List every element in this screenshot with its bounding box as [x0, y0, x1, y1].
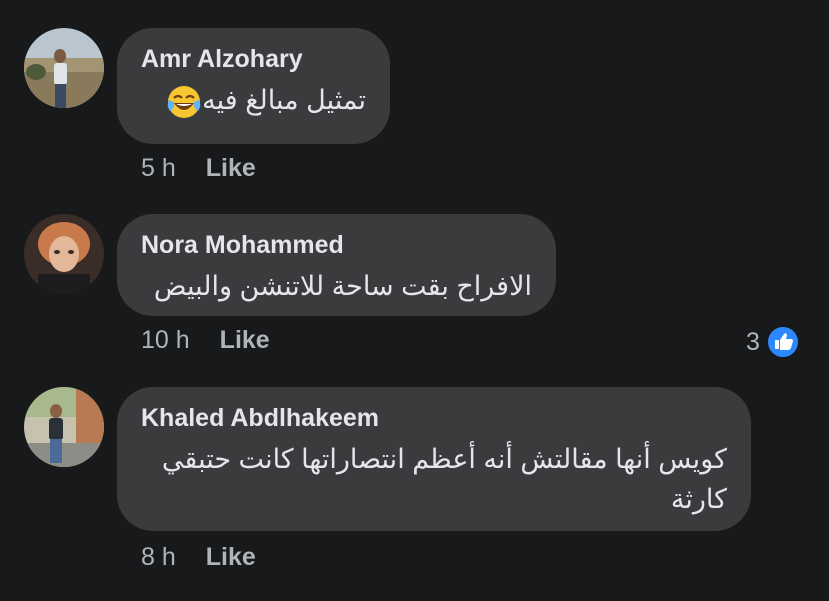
comment-text-line: كويس أنها مقالتش أنه أعظم انتصاراتها كان… [161, 444, 727, 474]
comment-bubble: Khaled Abdlhakeem كويس أنها مقالتش أنه أ… [117, 387, 751, 531]
comment-meta: 5 h Like [141, 153, 256, 183]
timestamp[interactable]: 10 h [141, 325, 190, 355]
laughing-emoji-icon [166, 84, 202, 120]
comment-text: الافراح بقت ساحة للاتنشن والبيض [153, 271, 532, 301]
avatar[interactable] [24, 387, 104, 467]
like-button[interactable]: Like [206, 542, 256, 572]
comment-text: كويس أنها مقالتش أنه أعظم انتصاراتها كان… [141, 439, 727, 519]
like-reaction-icon [765, 325, 800, 359]
like-button[interactable]: Like [220, 325, 270, 355]
avatar-khaled-image [24, 387, 104, 467]
reaction-count: 3 [746, 327, 760, 356]
timestamp[interactable]: 8 h [141, 542, 176, 572]
reaction-summary[interactable]: 3 [746, 325, 800, 359]
comment-meta: 10 h Like [141, 325, 270, 355]
comment-bubble: Nora Mohammed الافراح بقت ساحة للاتنشن و… [117, 214, 556, 316]
comment-text-content: تمثيل مبالغ فيه [202, 85, 366, 115]
author-name[interactable]: Amr Alzohary [141, 44, 366, 74]
author-name[interactable]: Nora Mohammed [141, 230, 532, 260]
avatar-amr-image [24, 28, 104, 108]
author-name[interactable]: Khaled Abdlhakeem [141, 403, 727, 433]
comment-meta: 8 h Like [141, 542, 256, 572]
like-button[interactable]: Like [206, 153, 256, 183]
comments-thread: Amr Alzohary تمثيل مبالغ فيه 5 h Like No… [0, 0, 829, 601]
avatar[interactable] [24, 214, 104, 294]
comment-bubble: Amr Alzohary تمثيل مبالغ فيه [117, 28, 390, 144]
comment-text-line: كارثة [670, 484, 727, 514]
avatar[interactable] [24, 28, 104, 108]
avatar-nora-image [24, 214, 104, 294]
comment-text: تمثيل مبالغ فيه [141, 80, 366, 120]
timestamp[interactable]: 5 h [141, 153, 176, 183]
